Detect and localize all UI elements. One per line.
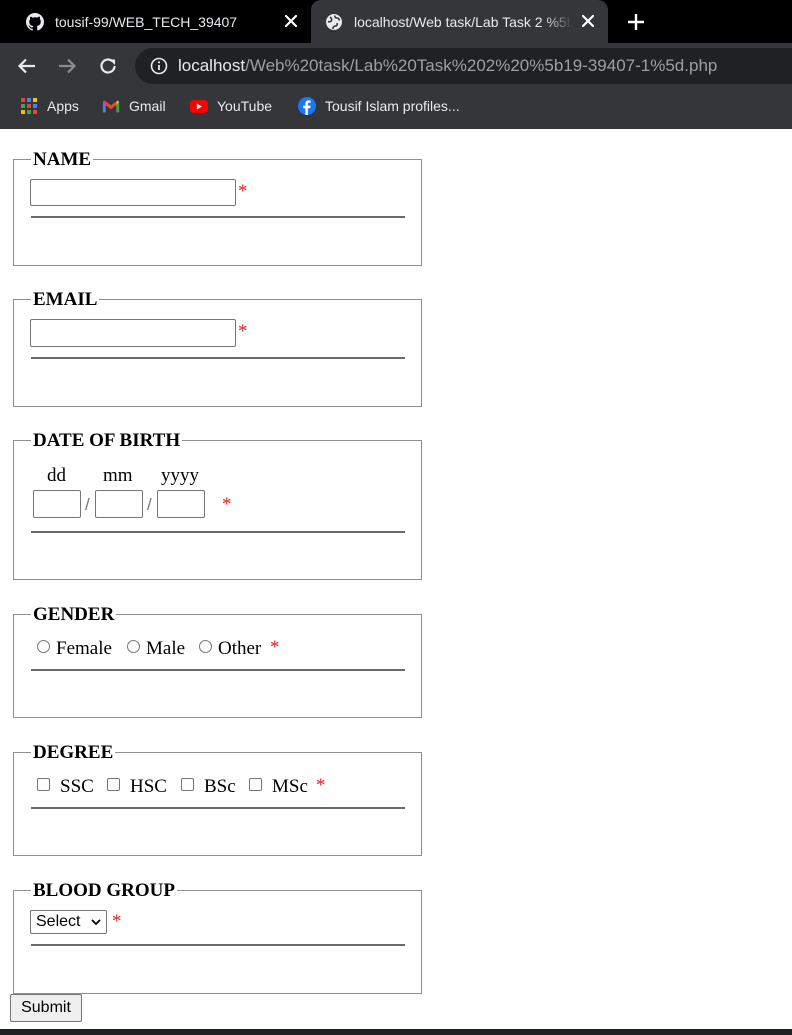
facebook-icon — [298, 97, 316, 115]
yyyy-input[interactable] — [157, 490, 205, 518]
tab-strip: tousif-99/WEB_TECH_39407 localhost/Web t… — [0, 0, 792, 43]
blood-group-select[interactable]: Select — [30, 910, 107, 934]
bookmark-label: Gmail — [129, 98, 166, 114]
mm-input[interactable] — [95, 490, 143, 518]
bookmark-gmail[interactable]: Gmail — [102, 89, 166, 123]
degree-bsc-label: BSc — [204, 776, 236, 797]
gender-fieldset: GENDER Female Male Other * — [13, 605, 422, 718]
dob-fieldset: DATE OF BIRTH dd mm yyyy / / * — [13, 431, 422, 580]
email-legend: EMAIL — [31, 289, 100, 310]
address-bar[interactable]: localhost/Web%20task/Lab%20Task%202%20%5… — [135, 48, 792, 84]
degree-ssc-label: SSC — [60, 776, 94, 797]
bookmark-label: Tousif Islam profiles... — [325, 98, 460, 114]
degree-hsc-checkbox[interactable] — [107, 778, 120, 791]
divider — [31, 357, 405, 359]
blood-group-fieldset: BLOOD GROUP * — [13, 881, 422, 994]
degree-hsc-label: HSC — [130, 776, 167, 797]
new-tab-plus-icon[interactable] — [624, 10, 648, 34]
email-input[interactable] — [30, 319, 236, 347]
close-icon[interactable] — [580, 13, 596, 29]
browser-toolbar: localhost/Web%20task/Lab%20Task%202%20%5… — [0, 43, 792, 89]
reload-icon[interactable] — [96, 54, 120, 78]
github-icon — [26, 12, 44, 31]
degree-bsc-checkbox[interactable] — [181, 778, 194, 791]
tab-localhost[interactable]: localhost/Web task/Lab Task 2 %5b19-3940… — [311, 0, 608, 43]
dd-label: dd — [47, 465, 66, 486]
globe-icon — [325, 13, 343, 31]
url-path: /Web%20task/Lab%20Task%202%20%5b19-39407… — [245, 56, 718, 75]
degree-ssc-checkbox[interactable] — [37, 778, 50, 791]
gender-female-radio[interactable] — [37, 640, 50, 653]
gender-legend: GENDER — [31, 604, 117, 625]
bookmark-facebook[interactable]: Tousif Islam profiles... — [298, 89, 460, 123]
apps-grid-icon — [20, 97, 38, 115]
close-icon[interactable] — [283, 13, 299, 29]
degree-msc-checkbox[interactable] — [249, 778, 262, 791]
dob-legend: DATE OF BIRTH — [31, 430, 183, 451]
email-fieldset: EMAIL * — [13, 290, 422, 407]
bookmark-label: Apps — [47, 98, 79, 114]
tab-github[interactable]: tousif-99/WEB_TECH_39407 — [0, 0, 310, 43]
divider — [31, 216, 405, 218]
info-icon[interactable] — [150, 57, 168, 75]
name-fieldset: NAME * — [13, 150, 422, 266]
youtube-icon — [190, 97, 208, 115]
forward-arrow-icon[interactable] — [55, 54, 79, 78]
gender-male-radio[interactable] — [127, 640, 140, 653]
divider — [31, 531, 405, 533]
back-arrow-icon[interactable] — [15, 54, 39, 78]
dd-input[interactable] — [33, 490, 81, 518]
degree-fieldset: DEGREE SSC HSC BSc MSc * — [13, 743, 422, 856]
required-mark: * — [238, 321, 248, 342]
required-mark: * — [316, 775, 326, 796]
required-mark: * — [112, 911, 122, 932]
name-input[interactable] — [30, 179, 236, 206]
tab-title: localhost/Web task/Lab Task 2 %5b19-3940… — [354, 13, 572, 30]
gender-female-label: Female — [56, 638, 112, 659]
required-mark: * — [238, 181, 248, 202]
divider — [31, 807, 405, 809]
blood-group-selected: Select — [36, 913, 81, 930]
bookmark-label: YouTube — [217, 98, 273, 114]
bookmark-apps[interactable]: Apps — [20, 89, 79, 123]
degree-msc-label: MSc — [272, 776, 308, 797]
divider — [31, 944, 405, 946]
degree-legend: DEGREE — [31, 742, 116, 763]
gmail-icon — [102, 97, 120, 115]
url-host: localhost — [178, 56, 246, 75]
date-separator: / — [85, 495, 90, 514]
name-legend: NAME — [31, 149, 94, 170]
gender-male-label: Male — [146, 638, 186, 659]
yyyy-label: yyyy — [161, 465, 199, 486]
mm-label: mm — [103, 465, 133, 486]
blood-group-legend: BLOOD GROUP — [31, 880, 177, 901]
required-mark: * — [270, 637, 280, 658]
date-separator: / — [147, 495, 152, 514]
divider — [31, 669, 405, 671]
window-bottom-edge — [0, 1029, 792, 1035]
submit-button[interactable]: Submit — [10, 994, 82, 1022]
chevron-down-icon — [91, 919, 101, 926]
required-mark: * — [222, 494, 232, 515]
gender-other-radio[interactable] — [199, 640, 212, 653]
bookmark-youtube[interactable]: YouTube — [190, 89, 272, 123]
gender-other-label: Other — [218, 638, 262, 659]
bookmarks-bar: Apps Gmail YouTube Tousif Islam profiles… — [0, 89, 792, 129]
tab-title: tousif-99/WEB_TECH_39407 — [55, 13, 238, 30]
